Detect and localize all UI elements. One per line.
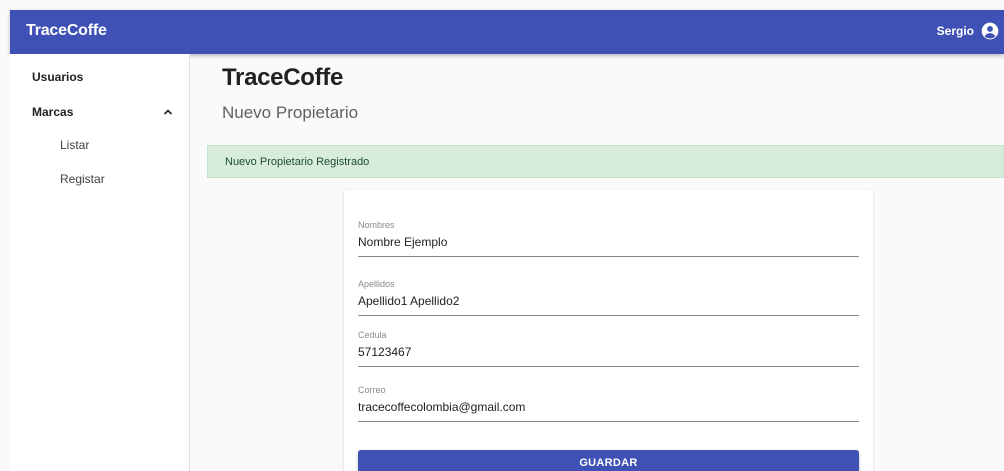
user-name[interactable]: Sergio [937, 24, 974, 38]
nombres-field: Nombres [358, 220, 859, 257]
correo-input[interactable] [358, 397, 859, 417]
chevron-up-icon[interactable] [162, 105, 174, 117]
cedula-input[interactable] [358, 342, 859, 362]
sidebar-item-registar[interactable]: Registar [60, 172, 105, 186]
sidebar-item-usuarios[interactable]: Usuarios [32, 70, 83, 84]
user-menu[interactable]: Sergio [937, 21, 1000, 41]
nombres-input[interactable] [358, 232, 859, 252]
form-card: Nombres Apellidos Cedula Correo GUARDAR [344, 190, 873, 471]
page-subtitle: Nuevo Propietario [222, 103, 359, 122]
page-title: TraceCoffe [222, 64, 344, 91]
nombres-label: Nombres [358, 220, 395, 230]
cedula-field: Cedula [358, 330, 859, 367]
app-brand[interactable]: TraceCoffe [26, 22, 107, 40]
sidebar-item-marcas[interactable]: Marcas [32, 105, 73, 119]
alert-message: Nuevo Propietario Registrado [225, 156, 370, 168]
apellidos-label: Apellidos [358, 279, 395, 289]
page: TraceCoffe Sergio Usuarios Marcas Listar… [0, 0, 1004, 471]
cedula-label: Cedula [358, 330, 387, 340]
main-content: TraceCoffe Nuevo Propietario Nuevo Propi… [190, 54, 1004, 471]
success-alert: Nuevo Propietario Registrado [207, 145, 1004, 178]
sidebar-item-listar[interactable]: Listar [60, 138, 89, 152]
correo-label: Correo [358, 385, 386, 395]
correo-field: Correo [358, 385, 859, 422]
top-app-bar: TraceCoffe Sergio [10, 10, 1004, 54]
account-circle-icon[interactable] [980, 21, 1000, 41]
apellidos-input[interactable] [358, 291, 859, 311]
sidebar: Usuarios Marcas Listar Registar [10, 54, 190, 471]
guardar-button[interactable]: GUARDAR [358, 450, 859, 471]
apellidos-field: Apellidos [358, 279, 859, 316]
